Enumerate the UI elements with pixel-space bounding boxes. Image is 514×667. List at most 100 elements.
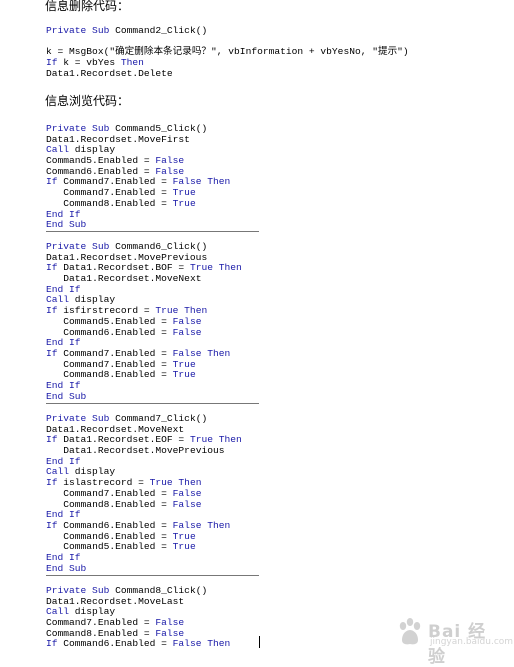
code-line: Private Sub Command2_Click() [46,26,409,37]
code-keyword: True [172,358,196,370]
code-keyword: True [172,530,196,542]
code-text: display [69,294,116,306]
baidu-jingyan-watermark: Bai 经验 jingyan.baidu.com [394,616,513,667]
code-text: islastrecord = [57,477,150,489]
code-text: Command8.Enabled = [63,369,173,381]
code-text: Command6.Enabled = [63,326,173,338]
code-line: End Sub [46,563,242,575]
code-keyword: If [46,638,58,650]
code-keyword: True [172,197,196,209]
command8-code-block: Private Sub Command8_Click() Data1.Record… [46,586,230,650]
code-keyword: False [172,315,202,327]
code-keyword: True Then [189,262,242,274]
code-text: Command5_Click() [109,123,208,134]
code-text: Command7.Enabled = [57,176,173,188]
code-text: k = MsgBox("确定删除本条记录吗？", vbInformation +… [46,46,409,58]
code-text: Command7.Enabled = [46,617,156,629]
code-line: If Command6.Enabled = False Then [46,639,230,650]
command5-code-block: Private Sub Command5_Click() Data1.Record… [46,123,230,231]
code-text: Command6_Click() [109,241,208,252]
code-text: Data1.Recordset.MoveNext [63,273,202,285]
code-keyword: Call [46,466,70,478]
block-divider [46,403,259,404]
code-text: Data1.Recordset.EOF = [57,434,190,446]
command7-code-block: Private Sub Command7_Click() Data1.Record… [46,413,242,575]
code-keyword: False Then [172,347,231,359]
code-keyword: False [172,326,202,338]
code-keyword: End If [46,283,81,295]
code-text: display [69,606,116,618]
code-keyword: False [172,487,202,499]
code-text: display [69,466,116,478]
code-text: Command6.Enabled = [57,638,173,650]
code-keyword: Private Sub [46,586,110,596]
code-keyword: True [172,369,196,381]
code-text: Data1.Recordset.MoveFirst [46,133,190,145]
code-keyword: End If [46,337,81,349]
delete-code-heading: 信息删除代码： [45,0,130,13]
code-keyword: If [46,176,58,188]
code-keyword: If [46,519,58,531]
code-text: Command7_Click() [109,413,208,424]
code-text: display [69,144,116,156]
code-keyword: Private Sub [46,123,110,134]
code-text: Command7.Enabled = [63,487,173,499]
code-text: k = vbYes [57,57,121,69]
code-text: Command6.Enabled = [57,519,173,531]
code-text: Command5.Enabled = [63,541,173,553]
code-keyword: Call [46,294,70,306]
code-text: Data1.Recordset.BOF = [57,262,190,274]
code-keyword: End Sub [46,219,87,231]
code-text: Command2_Click() [109,26,208,36]
code-keyword: True Then [155,305,208,317]
code-keyword: True [172,541,196,553]
code-text: Data1.Recordset.Delete [46,67,173,78]
code-text: Command7.Enabled = [63,187,173,199]
code-keyword: End If [46,551,81,563]
code-keyword: True Then [149,477,202,489]
browse-code-heading: 信息浏览代码： [45,94,130,108]
code-text: Command7.Enabled = [63,358,173,370]
code-text: Command6.Enabled = [46,165,156,177]
code-keyword: Private Sub [46,241,110,252]
block-divider [46,575,259,576]
code-keyword: True Then [189,434,242,446]
code-line: Data1.Recordset.Delete [46,67,409,78]
code-text: Command8.Enabled = [46,627,156,639]
code-keyword: If [46,305,58,317]
code-keyword: False [155,627,185,639]
code-keyword: False [155,617,185,629]
code-text: Command5.Enabled = [46,155,156,167]
code-text: Command8.Enabled = [63,197,173,209]
code-keyword: Call [46,144,70,156]
code-text: Command8_Click() [109,586,208,596]
code-line: End Sub [46,391,242,403]
code-keyword: False [155,155,185,167]
code-text: Data1.Recordset.MoveNext [46,423,185,435]
block-divider [46,231,259,232]
delete-code-block: Private Sub Command2_Click()k = MsgBox("… [46,26,409,78]
paw-icon [399,618,421,645]
code-text: Data1.Recordset.MovePrevious [46,251,208,263]
code-text: Command8.Enabled = [63,498,173,510]
code-line: End Sub [46,219,230,231]
watermark-url: jingyan.baidu.com [430,637,514,647]
code-keyword: False Then [172,638,231,650]
code-text: isfirstrecord = [57,305,156,317]
code-keyword: If [46,57,58,69]
text-cursor [259,636,260,648]
code-keyword: End If [46,509,81,521]
code-keyword: End If [46,208,81,220]
code-keyword: False [172,498,202,510]
code-text: Command6.Enabled = [63,530,173,542]
